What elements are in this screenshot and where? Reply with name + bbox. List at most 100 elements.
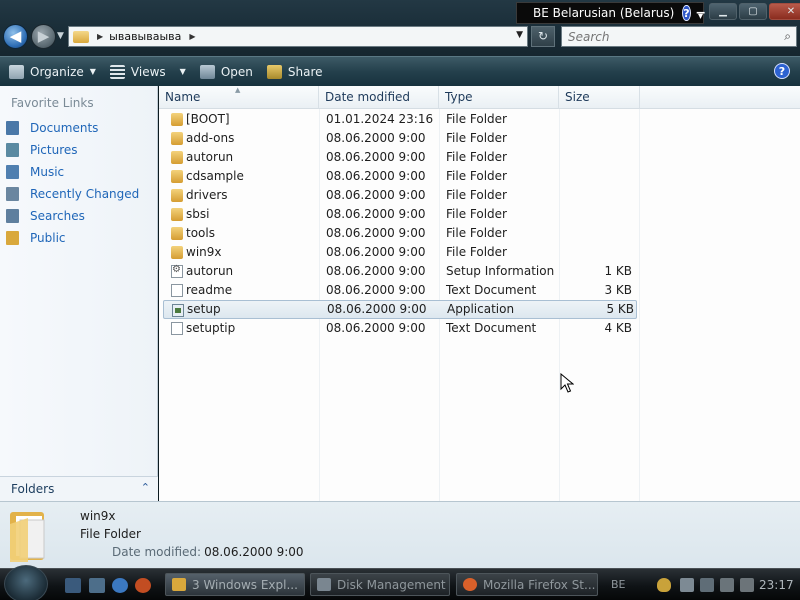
taskbar-button-disk-management[interactable]: Disk Management bbox=[310, 573, 450, 596]
safely-remove-hardware-icon[interactable] bbox=[720, 578, 734, 592]
music-icon bbox=[6, 165, 19, 179]
address-bar[interactable]: ▶ ывавываыва ▶ ▼ bbox=[68, 26, 528, 47]
file-row[interactable]: tools 08.06.2000 9:00 File Folder bbox=[159, 224, 639, 243]
file-row[interactable]: setup 08.06.2000 9:00 Application 5 KB bbox=[163, 300, 637, 319]
file-row[interactable]: win9x 08.06.2000 9:00 File Folder bbox=[159, 243, 639, 262]
forward-button[interactable]: ▶ bbox=[31, 24, 56, 49]
column-header-name[interactable]: Name ▲ bbox=[159, 86, 319, 109]
window-controls: ▁ ▢ ✕ bbox=[709, 3, 800, 20]
help-icon[interactable]: ? bbox=[774, 63, 790, 79]
tray-app-icon[interactable] bbox=[680, 578, 694, 592]
favorite-links-header: Favorite Links bbox=[11, 96, 94, 110]
search-icon[interactable]: ⌕ bbox=[784, 29, 791, 44]
taskbar-button-label: Disk Management bbox=[337, 577, 446, 592]
file-row[interactable]: setuptip 08.06.2000 9:00 Text Document 4 KB bbox=[159, 319, 639, 338]
firefox-quicklaunch-icon[interactable] bbox=[135, 578, 151, 593]
tray-language-indicator[interactable]: BE bbox=[611, 578, 626, 591]
favorite-link-recently-changed[interactable]: Recently Changed bbox=[6, 183, 156, 205]
security-shield-icon[interactable] bbox=[657, 578, 671, 592]
text-document-icon bbox=[171, 284, 183, 297]
show-desktop-icon[interactable] bbox=[65, 578, 81, 593]
back-button[interactable]: ◀ bbox=[3, 24, 28, 49]
language-label[interactable]: BE Belarusian (Belarus) bbox=[533, 6, 674, 20]
organize-label: Organize bbox=[30, 64, 84, 79]
open-button[interactable]: Open bbox=[199, 64, 253, 79]
navigation-pane: Favorite Links Documents Pictures Music … bbox=[0, 86, 158, 501]
favorite-link-label: Public bbox=[30, 231, 66, 245]
address-dropdown-icon[interactable]: ▼ bbox=[516, 30, 523, 40]
column-header-date-modified[interactable]: Date modified bbox=[319, 86, 439, 109]
favorite-link-documents[interactable]: Documents bbox=[6, 117, 156, 139]
language-bar[interactable]: BE Belarusian (Belarus) ? ▁ ▾ bbox=[516, 2, 704, 24]
close-button[interactable]: ✕ bbox=[769, 3, 800, 20]
internet-explorer-icon[interactable] bbox=[112, 578, 128, 593]
views-button[interactable]: Views ▼ bbox=[109, 64, 186, 79]
file-name: sbsi bbox=[186, 207, 210, 221]
file-row[interactable]: [BOOT] 01.01.2024 23:16 File Folder bbox=[159, 110, 639, 129]
favorite-link-label: Music bbox=[30, 165, 65, 179]
file-name: readme bbox=[186, 283, 233, 297]
taskbar-button-windows-explorer[interactable]: 3 Windows Expl... bbox=[165, 573, 305, 596]
language-options-icon[interactable]: ▁ ▾ bbox=[697, 4, 705, 22]
file-type: File Folder bbox=[446, 150, 507, 164]
clock[interactable]: 23:17 bbox=[759, 578, 794, 592]
folders-toggle[interactable]: Folders ⌃ bbox=[0, 476, 158, 501]
folder-icon bbox=[171, 246, 183, 259]
maximize-button[interactable]: ▢ bbox=[739, 3, 767, 20]
file-list: Name ▲ Date modified Type Size [BOOT] 01.… bbox=[159, 86, 800, 501]
file-type: File Folder bbox=[446, 131, 507, 145]
file-type: Text Document bbox=[446, 321, 537, 335]
file-type: Setup Information bbox=[446, 264, 555, 278]
chevron-down-icon: ▼ bbox=[179, 67, 186, 76]
search-box[interactable]: ⌕ bbox=[561, 26, 797, 47]
start-button[interactable] bbox=[4, 565, 48, 600]
search-input[interactable] bbox=[568, 29, 768, 44]
switch-windows-icon[interactable] bbox=[89, 578, 105, 593]
organize-icon bbox=[9, 64, 24, 79]
file-name: setup bbox=[187, 302, 221, 316]
favorite-links-list: Documents Pictures Music Recently Change… bbox=[6, 117, 156, 249]
column-header-size[interactable]: Size bbox=[559, 86, 640, 109]
favorite-link-label: Recently Changed bbox=[30, 187, 140, 201]
column-header-type[interactable]: Type bbox=[439, 86, 559, 109]
breadcrumb-end-chevron-icon[interactable]: ▶ bbox=[189, 32, 195, 41]
recently-changed-icon bbox=[6, 187, 19, 201]
minimize-button[interactable]: ▁ bbox=[709, 3, 737, 20]
file-row[interactable]: cdsample 08.06.2000 9:00 File Folder bbox=[159, 167, 639, 186]
column-header-label: Name bbox=[165, 90, 201, 104]
favorite-link-public[interactable]: Public bbox=[6, 227, 156, 249]
file-type: File Folder bbox=[446, 245, 507, 259]
file-row[interactable]: drivers 08.06.2000 9:00 File Folder bbox=[159, 186, 639, 205]
organize-button[interactable]: Organize ▼ bbox=[9, 64, 96, 79]
file-row[interactable]: autorun 08.06.2000 9:00 File Folder bbox=[159, 148, 639, 167]
explorer-folder-icon bbox=[172, 578, 186, 591]
language-help-icon[interactable]: ? bbox=[682, 5, 691, 21]
breadcrumb-chevron-icon[interactable]: ▶ bbox=[97, 32, 103, 41]
recent-pages-dropdown[interactable]: ▼ bbox=[57, 31, 64, 41]
sort-ascending-icon: ▲ bbox=[235, 86, 241, 94]
refresh-button[interactable]: ↻ bbox=[531, 26, 555, 47]
folder-icon bbox=[171, 113, 183, 126]
breadcrumb-current-folder[interactable]: ывавываыва bbox=[109, 30, 181, 43]
volume-muted-icon[interactable] bbox=[740, 578, 754, 592]
file-row[interactable]: sbsi 08.06.2000 9:00 File Folder bbox=[159, 205, 639, 224]
file-row[interactable]: autorun 08.06.2000 9:00 Setup Information 1… bbox=[159, 262, 639, 281]
column-header-label: Size bbox=[565, 90, 590, 104]
file-date-modified: 08.06.2000 9:00 bbox=[326, 207, 426, 221]
chevron-up-icon[interactable]: ⌃ bbox=[141, 481, 150, 494]
share-button[interactable]: Share bbox=[266, 64, 323, 79]
file-name: autorun bbox=[186, 264, 234, 278]
file-row[interactable]: readme 08.06.2000 9:00 Text Document 3 KB bbox=[159, 281, 639, 300]
file-size: 1 KB bbox=[604, 264, 632, 278]
file-type: File Folder bbox=[446, 169, 507, 183]
favorite-link-pictures[interactable]: Pictures bbox=[6, 139, 156, 161]
taskbar-button-firefox[interactable]: Mozilla Firefox St... bbox=[456, 573, 598, 596]
favorite-link-searches[interactable]: Searches bbox=[6, 205, 156, 227]
open-icon bbox=[199, 64, 215, 79]
file-date-modified: 08.06.2000 9:00 bbox=[326, 245, 426, 259]
mouse-pointer-icon bbox=[560, 373, 574, 393]
documents-icon bbox=[6, 121, 19, 135]
file-row[interactable]: add-ons 08.06.2000 9:00 File Folder bbox=[159, 129, 639, 148]
favorite-link-music[interactable]: Music bbox=[6, 161, 156, 183]
network-icon[interactable] bbox=[700, 578, 714, 592]
